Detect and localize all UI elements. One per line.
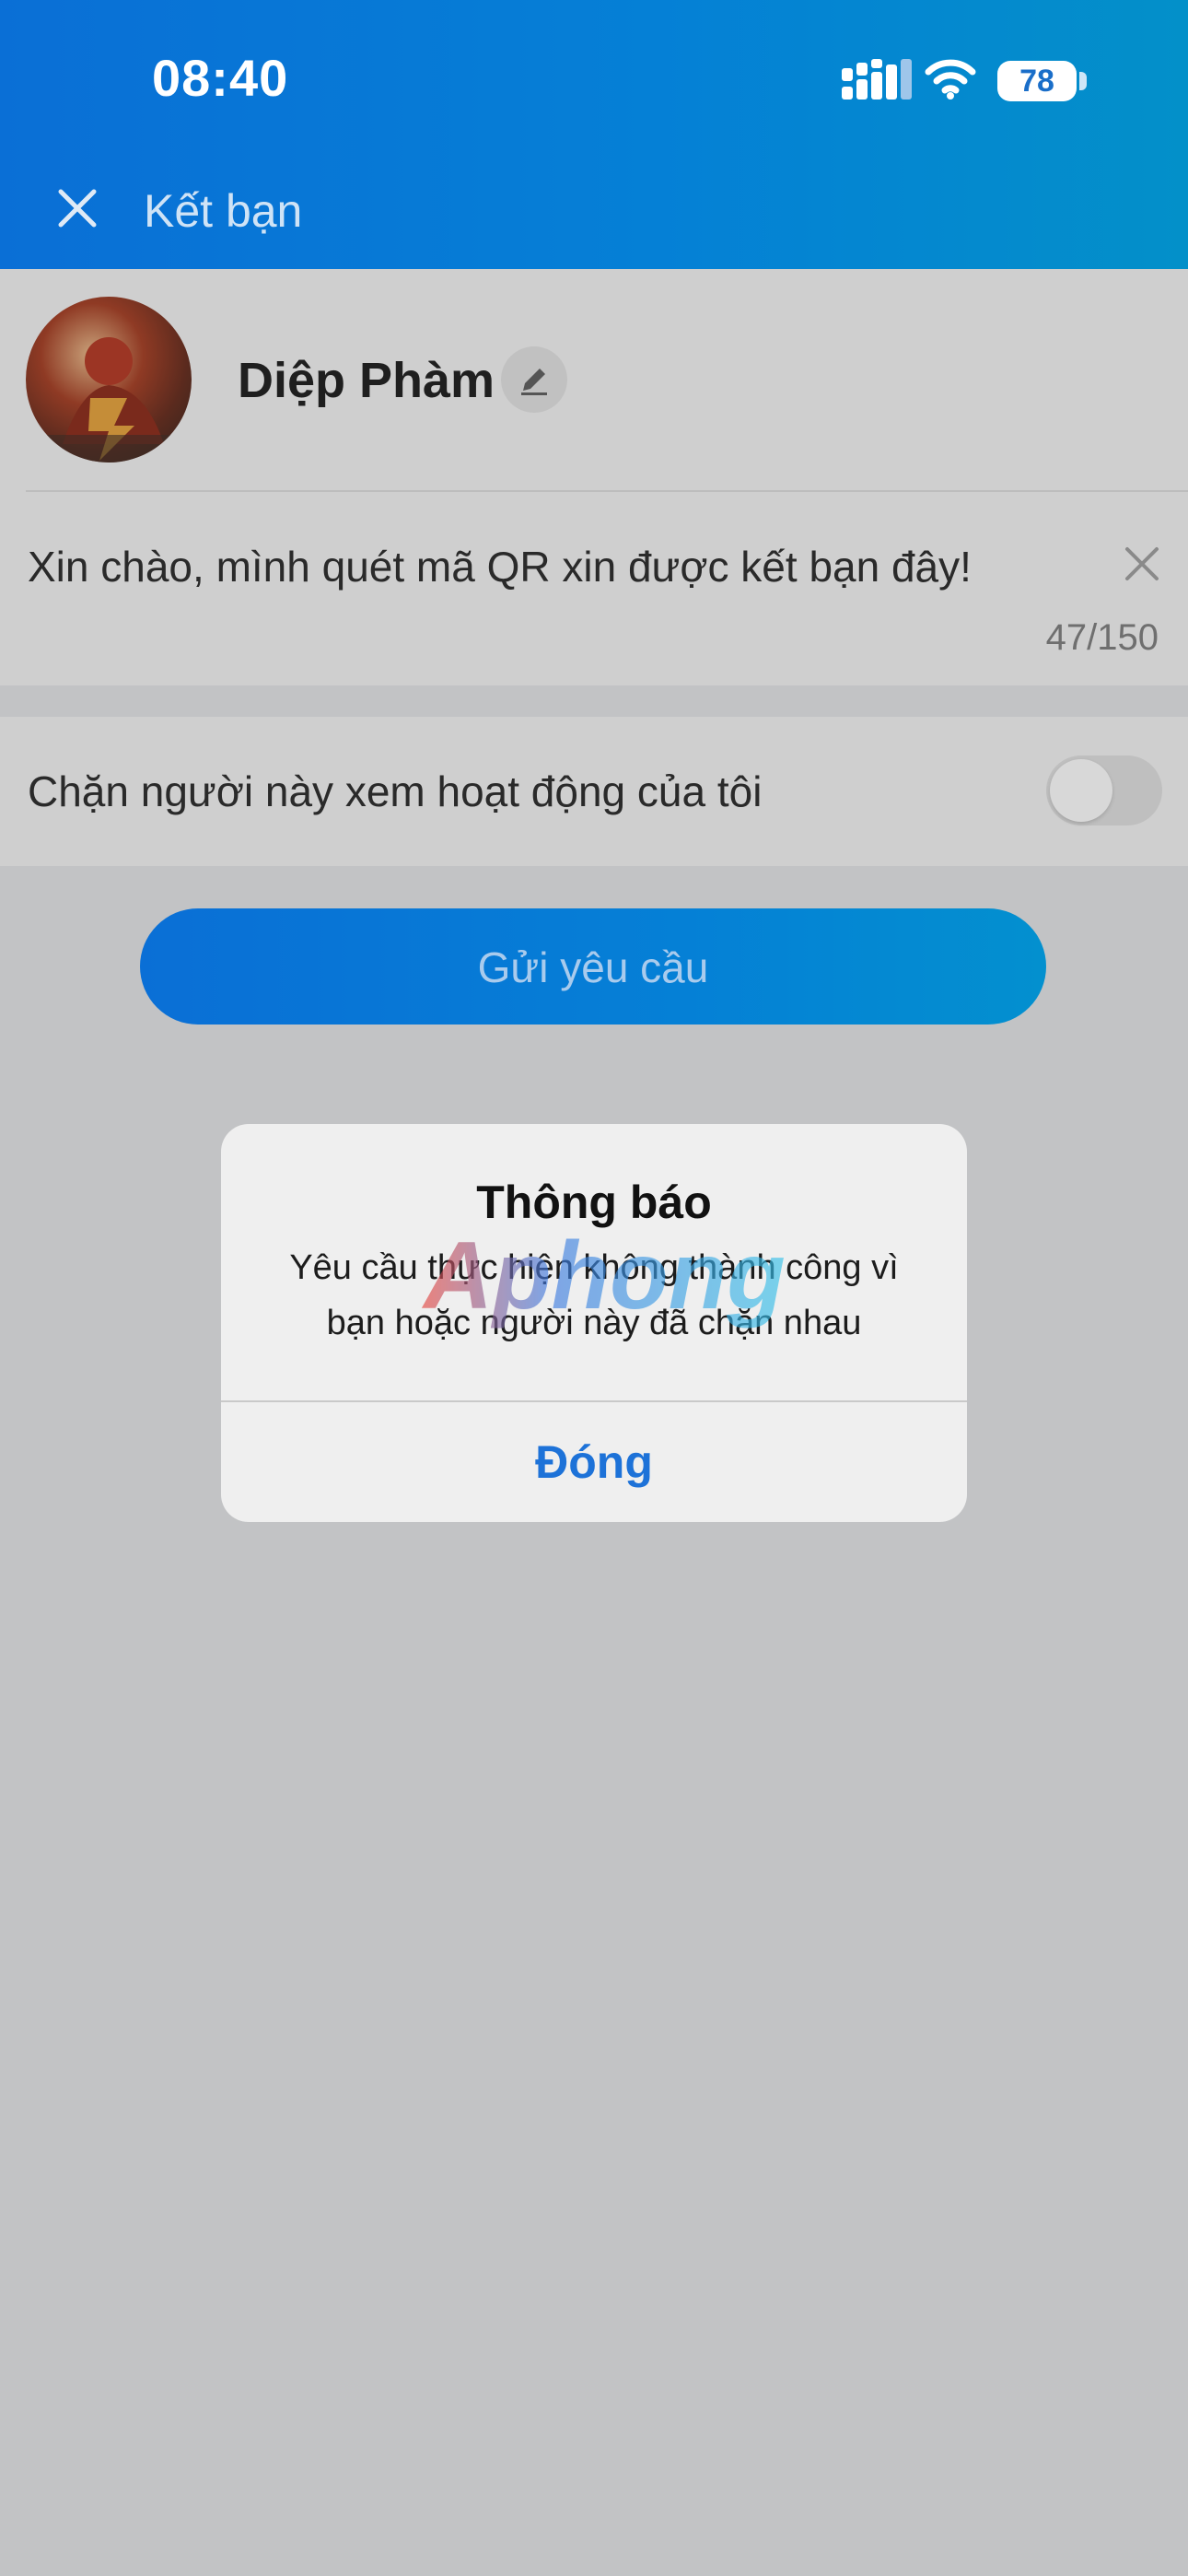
battery-cap (1079, 72, 1087, 90)
profile-name: Diệp Phàm (238, 353, 495, 408)
avatar[interactable] (26, 297, 192, 463)
dialog-title: Thông báo (476, 1177, 712, 1228)
avatar-image (26, 337, 192, 463)
block-activity-label: Chặn người này xem hoạt động của tôi (28, 767, 763, 815)
dialog-message: Yêu cầu thực hiện không thành công vì bạ… (289, 1248, 899, 1342)
page-title: Kết bạn (144, 185, 303, 237)
cellular-signal-icon (842, 59, 912, 100)
profile-card: Diệp Phàm Xin chào, mình quét mã QR xin … (0, 269, 1188, 685)
status-time: 08:40 (152, 49, 289, 107)
top-header: 08:40 78 Kết bạn (0, 0, 1188, 269)
close-icon[interactable] (55, 186, 99, 230)
pencil-icon (521, 369, 547, 395)
toggle-knob (1050, 759, 1112, 822)
battery-indicator: 78 (997, 61, 1077, 101)
block-activity-row: Chặn người này xem hoạt động của tôi (0, 717, 1188, 866)
clear-message-icon[interactable] (1122, 544, 1162, 584)
greeting-message-input[interactable]: Xin chào, mình quét mã QR xin được kết b… (28, 542, 972, 591)
character-counter: 47/150 (1045, 617, 1159, 658)
alert-dialog: Thông báo Yêu cầu thực hiện không thành … (221, 1124, 967, 1522)
dialog-close-button[interactable]: Đóng (221, 1402, 967, 1522)
block-activity-toggle[interactable] (1046, 755, 1162, 825)
edit-name-button[interactable] (501, 346, 567, 413)
wifi-icon (925, 59, 976, 100)
send-request-button[interactable]: Gửi yêu cầu (140, 908, 1046, 1025)
divider (26, 490, 1188, 492)
